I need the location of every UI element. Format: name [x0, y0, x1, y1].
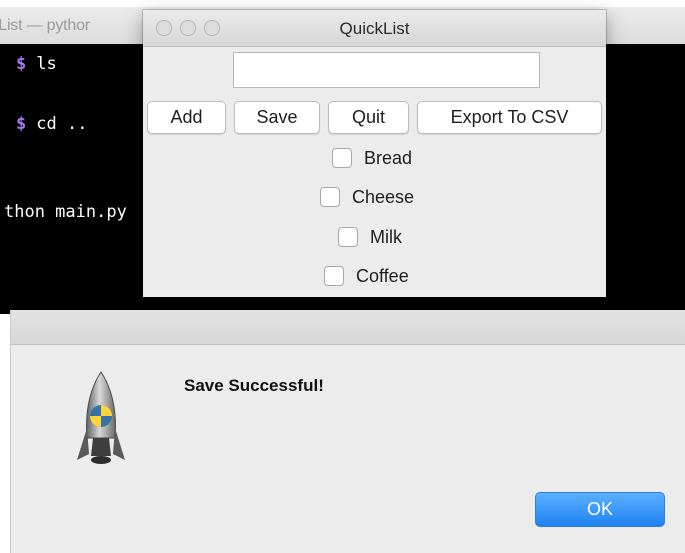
- quicklist-content: Add Save Quit Export To CSV Bread Cheese…: [143, 47, 606, 297]
- dialog-titlebar: [11, 310, 685, 345]
- python-rocket-icon: [77, 371, 125, 464]
- item-label: Coffee: [356, 265, 409, 286]
- item-checkbox[interactable]: [338, 227, 358, 247]
- item-checkbox[interactable]: [332, 148, 352, 168]
- quicklist-titlebar[interactable]: QuickList: [143, 10, 606, 47]
- terminal-command: cd ..: [36, 114, 88, 134]
- dialog-message: Save Successful!: [184, 376, 324, 395]
- ok-button[interactable]: OK: [535, 492, 665, 527]
- item-checkbox[interactable]: [320, 187, 340, 207]
- item-label: Bread: [364, 147, 413, 168]
- prompt-symbol: $: [16, 54, 27, 74]
- save-alert-dialog: Save Successful! OK: [10, 310, 685, 553]
- quicklist-window: QuickList Add Save Quit Export To CSV Br…: [143, 10, 606, 297]
- item-entry-input[interactable]: [233, 52, 540, 88]
- save-button[interactable]: Save: [234, 101, 320, 134]
- terminal-line: $ ls: [16, 54, 57, 74]
- list-item[interactable]: Milk: [338, 224, 402, 250]
- window-title: QuickList: [339, 19, 410, 38]
- list-item[interactable]: Cheese: [320, 184, 414, 210]
- terminal-title: :List — pythor: [0, 17, 90, 34]
- terminal-line: thon main.py: [4, 202, 127, 222]
- list-item[interactable]: Coffee: [324, 263, 409, 289]
- item-label: Cheese: [352, 186, 415, 207]
- prompt-symbol: $: [16, 114, 27, 134]
- terminal-text: thon main.py: [4, 202, 127, 222]
- export-csv-button[interactable]: Export To CSV: [417, 101, 602, 134]
- item-checkbox[interactable]: [324, 266, 344, 286]
- terminal-command: ls: [36, 54, 57, 74]
- item-label: Milk: [370, 226, 402, 247]
- add-button[interactable]: Add: [147, 101, 226, 134]
- terminal-line: $ cd ..: [16, 114, 87, 134]
- list-item[interactable]: Bread: [332, 145, 412, 171]
- quit-button[interactable]: Quit: [328, 101, 409, 134]
